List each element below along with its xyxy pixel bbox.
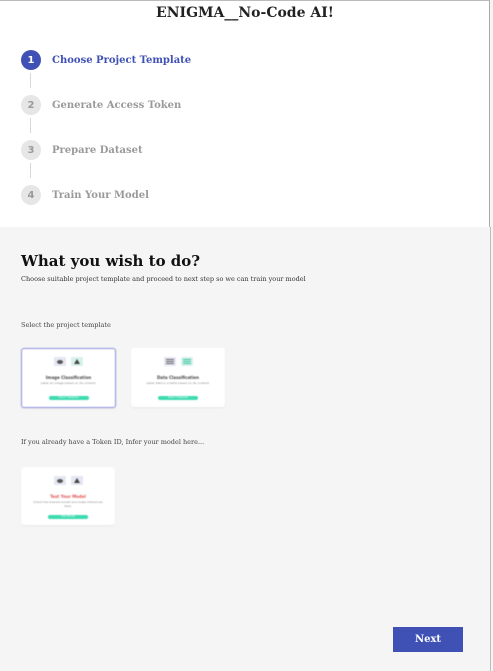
template-card-data-classification[interactable]: Data Classification Label data in a tabl…	[131, 348, 225, 407]
step-connector	[30, 118, 31, 133]
step-number-badge: 3	[21, 140, 41, 160]
step-number-badge: 2	[21, 95, 41, 115]
step-label: Generate Access Token	[52, 99, 182, 111]
page-subheading: Choose suitable project template and pro…	[21, 275, 306, 283]
test-model-card[interactable]: Test Your Model Check the trained model …	[21, 467, 115, 525]
list-icon	[163, 357, 176, 366]
infer-section-label: If you already have a Token ID, Infer yo…	[21, 438, 205, 446]
page-heading: What you wish to do?	[21, 252, 201, 270]
table-icon	[180, 357, 193, 366]
step-prepare-dataset[interactable]: 3 Prepare Dataset	[21, 140, 143, 160]
template-card-image-classification[interactable]: Image Classification Label an image base…	[21, 348, 116, 408]
template-section-label: Select the project template	[21, 321, 111, 329]
card-title: Test Your Model	[50, 494, 86, 499]
step-generate-token[interactable]: 2 Generate Access Token	[21, 95, 181, 115]
step-train-model[interactable]: 4 Train Your Model	[21, 185, 149, 205]
select-template-button[interactable]: Select Template	[158, 396, 198, 400]
step-connector	[30, 73, 31, 88]
step-label: Train Your Model	[52, 189, 149, 201]
card-title: Data Classification	[156, 375, 200, 380]
eye-icon	[53, 476, 66, 485]
step-number-badge: 1	[21, 50, 41, 70]
select-template-button[interactable]: Select Template	[48, 396, 89, 400]
step-label: Choose Project Template	[52, 54, 192, 66]
step-label: Prepare Dataset	[52, 144, 143, 156]
step-number-badge: 4	[21, 185, 41, 205]
test-model-button[interactable]: Test Model	[48, 515, 88, 519]
window-border	[490, 227, 491, 671]
next-button[interactable]: Next	[393, 627, 463, 652]
card-description: Label data in a table based on its conte…	[146, 381, 210, 385]
app-title: ENIGMA__No-Code AI!	[156, 5, 334, 21]
card-description: Check the trained model and make inferen…	[33, 500, 103, 508]
mountain-image-icon	[70, 476, 83, 485]
mountain-image-icon	[71, 357, 83, 366]
step-choose-template[interactable]: 1 Choose Project Template	[21, 50, 191, 70]
eye-icon	[54, 357, 66, 366]
stepper-panel: ENIGMA__No-Code AI! 1 Choose Project Tem…	[0, 0, 490, 227]
step-connector	[30, 163, 31, 178]
card-description: Label an image based on its content.	[40, 381, 97, 385]
card-title: Image Classification	[45, 375, 92, 380]
